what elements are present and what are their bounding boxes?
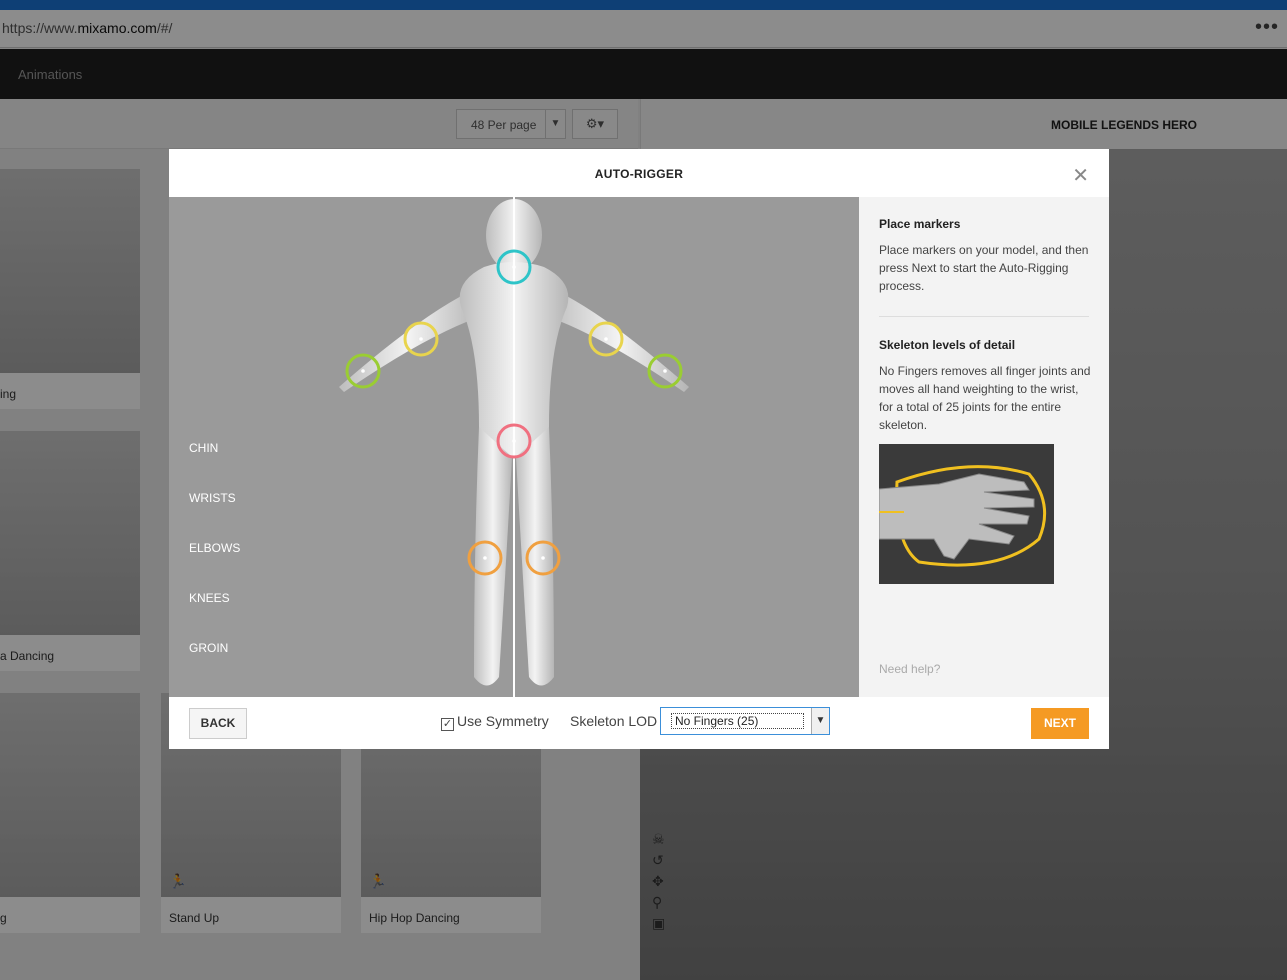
marker-label-chin: CHIN [189,441,219,455]
marker-wrist-right-center [663,369,667,373]
marker-elbow-left-center [419,337,423,341]
marker-groin-center [512,439,516,443]
info-panel: Place markers Place markers on your mode… [859,197,1109,697]
need-help-link[interactable]: Need help? [879,662,940,676]
lod-heading: Skeleton levels of detail [879,338,1016,352]
skeleton-lod-label: Skeleton LOD [570,713,658,729]
figure-right-leg [516,427,554,686]
chevron-down-icon: ▼ [811,708,829,734]
skeleton-lod-value: No Fingers (25) [671,713,804,729]
place-markers-text: Place markers on your model, and then pr… [879,243,1089,293]
figure-left-arm [339,292,479,392]
marker-label-groin: GROIN [189,641,229,655]
auto-rigger-modal: AUTO-RIGGER ✕ CHIN WRISTS ELBOWS KNEES G… [169,149,1109,749]
use-symmetry-checkbox[interactable]: ✓ Use Symmetry [441,713,549,731]
marker-chin-center [512,265,516,269]
modal-footer: BACK ✓ Use Symmetry Skeleton LOD No Finge… [169,697,1109,749]
character-figure [339,197,689,697]
figure-right-arm [549,292,689,392]
skeleton-lod-select[interactable]: No Fingers (25) ▼ [660,707,830,735]
close-icon[interactable]: ✕ [1072,163,1089,188]
hand-lod-image [878,444,1054,584]
lod-text: No Fingers removes all finger joints and… [879,364,1091,432]
marker-knee-left-center [483,556,487,560]
marker-label-elbows: ELBOWS [189,541,241,555]
marker-label-knees: KNEES [189,591,230,605]
info-divider [879,316,1089,317]
figure-left-leg [474,427,512,686]
marker-elbow-right-center [604,337,608,341]
next-button[interactable]: NEXT [1031,708,1089,739]
marker-wrist-left-center [361,369,365,373]
checkbox-checked-icon[interactable]: ✓ [441,718,454,731]
back-button[interactable]: BACK [189,708,247,739]
rig-stage[interactable]: CHIN WRISTS ELBOWS KNEES GROIN [169,197,859,697]
use-symmetry-label: Use Symmetry [457,713,549,729]
modal-title: AUTO-RIGGER [594,167,684,181]
marker-knee-right-center [541,556,545,560]
hand-icon [878,465,1047,567]
place-markers-heading: Place markers [879,217,961,231]
marker-label-wrists: WRISTS [189,491,236,505]
